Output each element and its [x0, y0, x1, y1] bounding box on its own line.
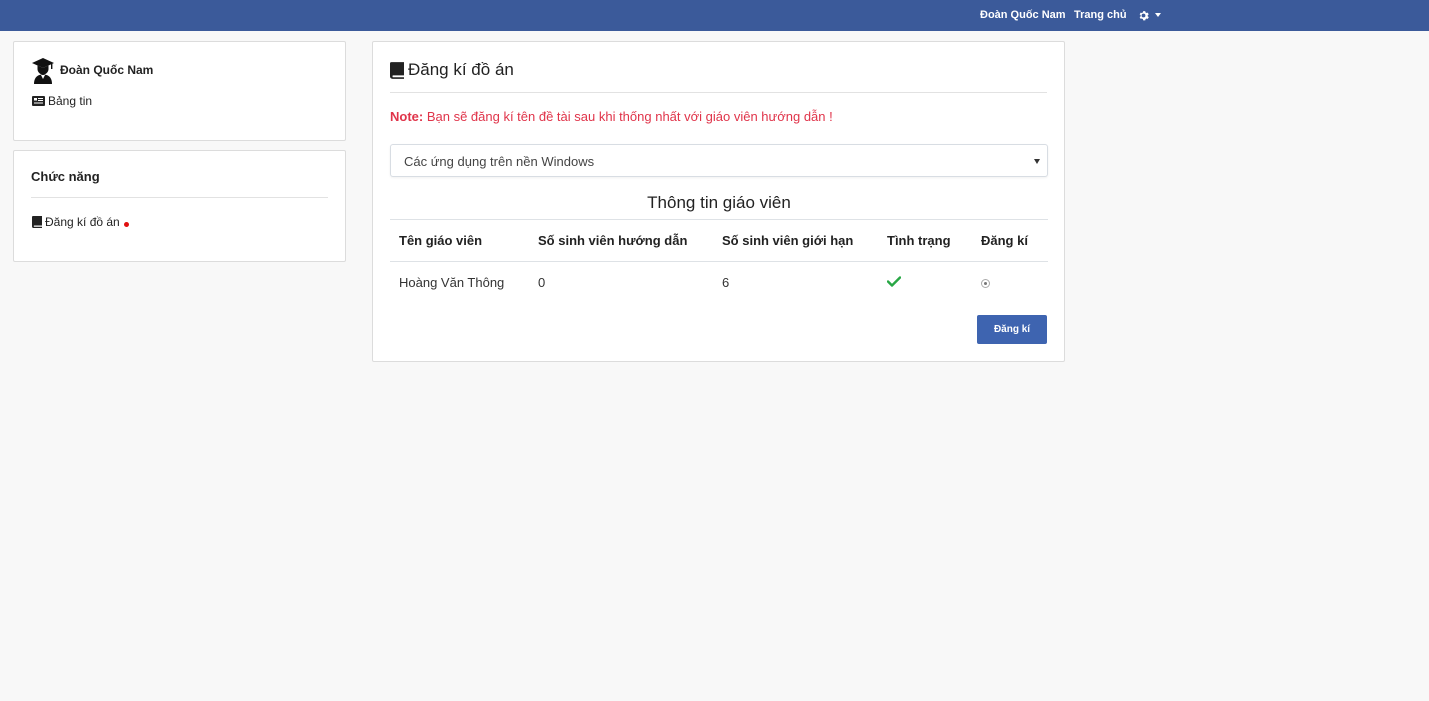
nav-user-name[interactable]: Đoàn Quốc Nam [980, 9, 1066, 21]
function-item-project-registration[interactable]: Đăng kí đồ án [32, 215, 129, 229]
profile-name: Đoàn Quốc Nam [60, 63, 154, 77]
students-guided: 0 [538, 275, 546, 291]
function-title: Chức năng [31, 169, 100, 184]
register-button[interactable]: Đăng kí [977, 315, 1047, 344]
table-row: Hoàng Văn Thông 0 6 [390, 262, 1048, 304]
note-message: Note: Bạn sẽ đăng kí tên đề tài sau khi … [390, 109, 833, 124]
divider [31, 197, 328, 198]
project-topic-selected: Các ứng dụng trên nền Windows [404, 154, 595, 169]
function-item-label: Đăng kí đồ án [45, 215, 120, 229]
column-header: Tình trạng [878, 219, 972, 262]
register-radio[interactable] [981, 279, 990, 289]
project-registration-card: Đăng kí đồ án Note: Bạn sẽ đăng kí tên đ… [372, 41, 1065, 362]
teachers-table: Tên giáo viên Số sinh viên hướng dẫn Số … [390, 219, 1048, 304]
check-icon [887, 276, 901, 287]
project-topic-select[interactable]: Các ứng dụng trên nền Windows [390, 144, 1048, 177]
news-feed-label: Bảng tin [48, 94, 93, 108]
page-title: Đăng kí đồ án [390, 60, 514, 80]
teacher-name: Hoàng Văn Thông [399, 275, 505, 291]
status-cell [878, 262, 972, 304]
student-limit: 6 [722, 275, 730, 291]
table-caption: Thông tin giáo viên [647, 193, 791, 212]
column-header: Số sinh viên giới hạn [713, 219, 878, 262]
column-header: Đăng kí [972, 219, 1048, 262]
register-cell [972, 262, 1048, 304]
table-header-row: Tên giáo viên Số sinh viên hướng dẫn Số … [390, 219, 1048, 262]
page-title-text: Đăng kí đồ án [408, 60, 514, 79]
gear-icon [1139, 10, 1149, 20]
column-header: Số sinh viên hướng dẫn [529, 219, 713, 262]
note-text: Bạn sẽ đăng kí tên đề tài sau khi thống … [423, 109, 833, 124]
settings-dropdown[interactable] [1138, 8, 1161, 22]
notification-dot [123, 221, 129, 227]
column-header: Tên giáo viên [390, 219, 529, 262]
news-feed-link[interactable]: Bảng tin [32, 94, 92, 108]
book-icon [390, 61, 404, 79]
nav-home-link[interactable]: Trang chủ [1074, 9, 1127, 21]
chevron-down-icon [1155, 13, 1161, 17]
graduate-avatar-icon [32, 58, 54, 84]
newspaper-icon [32, 96, 45, 106]
caret-down-icon [1034, 159, 1040, 164]
divider [390, 92, 1047, 93]
top-nav: Đoàn Quốc Nam Trang chủ [0, 0, 1429, 31]
profile-card: Đoàn Quốc Nam Bảng tin [13, 41, 346, 141]
book-icon [32, 216, 42, 228]
function-card: Chức năng Đăng kí đồ án [13, 150, 346, 262]
top-navbar: Đoàn Quốc Nam Trang chủ [0, 0, 1429, 31]
note-prefix: Note: [390, 109, 424, 124]
